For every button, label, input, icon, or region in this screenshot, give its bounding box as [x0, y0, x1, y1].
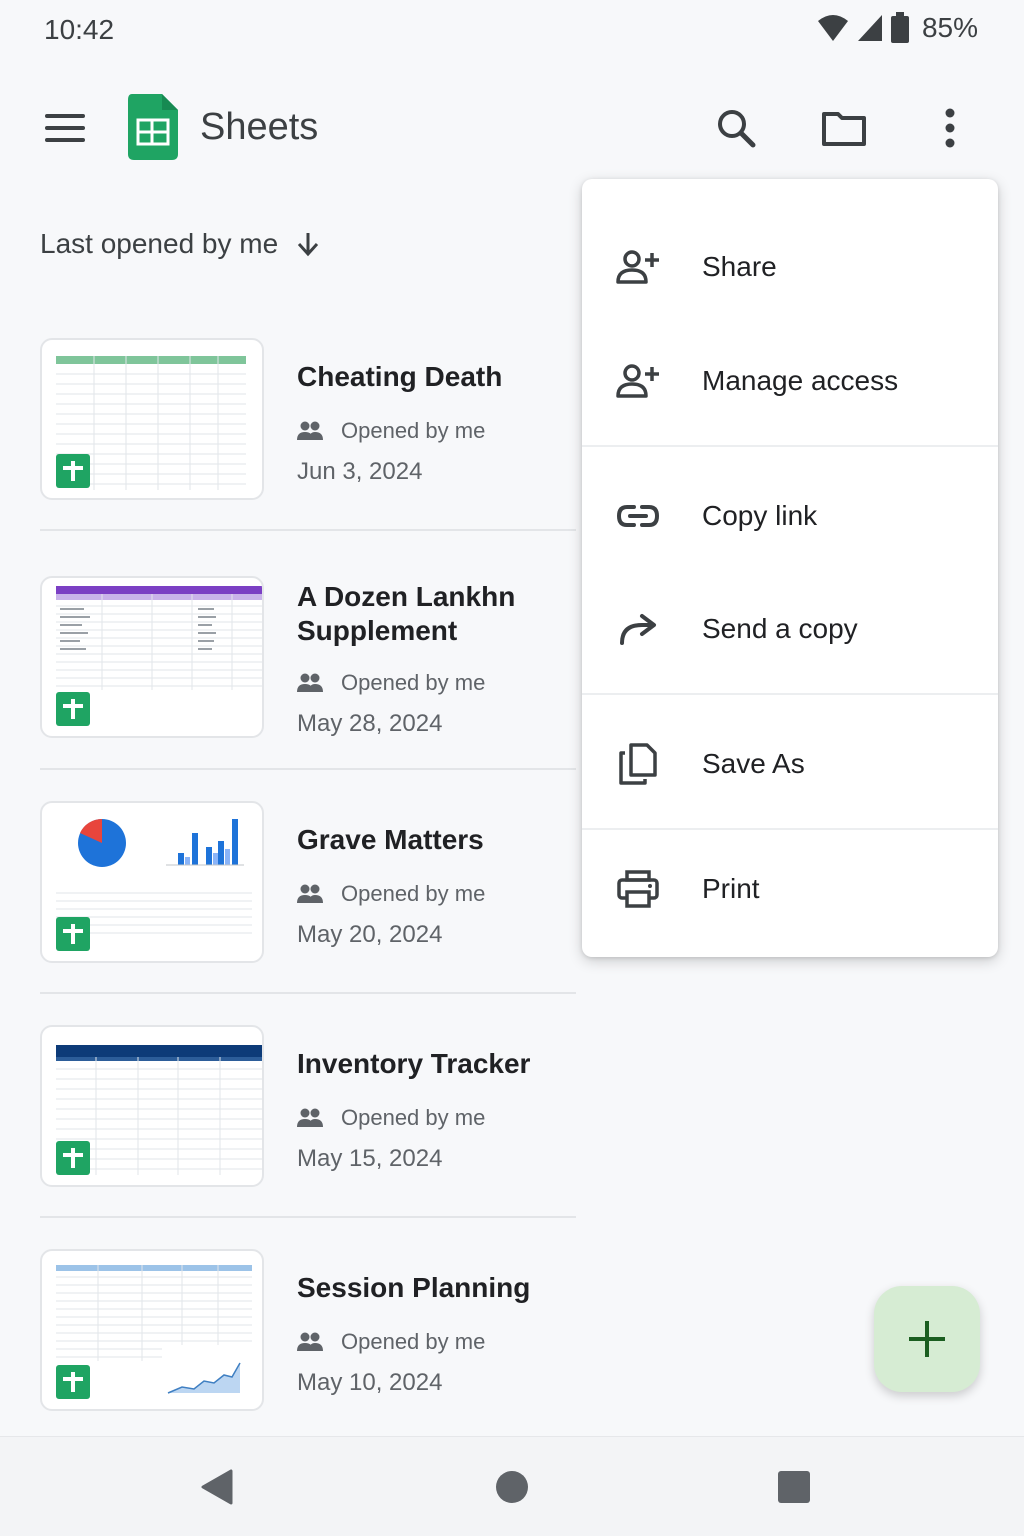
menu-item-label: Send a copy [702, 613, 858, 644]
create-new-button[interactable] [874, 1286, 980, 1392]
menu-divider [582, 693, 998, 695]
sheets-logo [128, 94, 178, 165]
menu-item-label: Manage access [702, 365, 899, 396]
app-title: Sheets [200, 106, 319, 148]
nav-home-button[interactable] [492, 1467, 532, 1507]
sheets-badge-icon [56, 692, 90, 726]
wifi-icon [817, 15, 848, 41]
sheets-badge-icon [56, 917, 90, 951]
file-thumbnail [40, 1025, 264, 1187]
forward-icon [614, 605, 662, 653]
menu-item-copy-link[interactable]: Copy link [582, 466, 998, 566]
system-nav-bar [0, 1436, 1024, 1536]
menu-item-save-as[interactable]: Save As [582, 714, 998, 814]
file-date: May 20, 2024 [297, 921, 443, 948]
file-owner-label: Opened by me [341, 1329, 486, 1354]
file-title: A Dozen Lankhn Supplement [297, 581, 516, 646]
link-icon [614, 492, 662, 540]
people-icon [297, 673, 323, 692]
menu-item-label: Save As [702, 748, 805, 779]
file-title: Session Planning [297, 1272, 531, 1303]
nav-recents-button[interactable] [774, 1467, 814, 1507]
sort-control[interactable]: Last opened by me [40, 228, 320, 260]
status-time: 10:42 [44, 14, 115, 45]
hamburger-menu-button[interactable] [38, 104, 92, 152]
more-vert-icon [945, 108, 955, 148]
file-thumbnail [40, 576, 264, 738]
arrow-down-icon [298, 233, 319, 257]
sheets-badge-icon [56, 1141, 90, 1175]
file-owner-label: Opened by me [341, 670, 486, 695]
menu-item-send-copy[interactable]: Send a copy [582, 579, 998, 679]
sheets-badge-icon [56, 454, 90, 488]
battery-icon [890, 12, 909, 43]
plus-icon [909, 1321, 945, 1357]
file-thumbnail [40, 801, 264, 963]
file-title: Cheating Death [297, 361, 503, 392]
status-icons: 85% [816, 12, 978, 44]
people-icon [297, 884, 323, 903]
battery-percent: 85% [921, 12, 978, 43]
sheets-logo-icon [128, 94, 178, 160]
file-thumbnail [40, 338, 264, 500]
file-owner: Opened by me [297, 1105, 485, 1131]
folder-icon [822, 112, 866, 146]
file-owner: Opened by me [297, 670, 485, 696]
file-owner-label: Opened by me [341, 1105, 486, 1130]
file-thumbnail [40, 1249, 264, 1411]
file-date: Jun 3, 2024 [297, 458, 423, 485]
person-add-icon [614, 357, 662, 405]
search-button[interactable] [710, 102, 762, 154]
people-icon [297, 1332, 323, 1351]
file-title: Inventory Tracker [297, 1048, 531, 1079]
status-bar: 10:42 85% [0, 0, 1024, 60]
menu-divider [582, 828, 998, 830]
list-divider [40, 992, 576, 994]
file-owner-label: Opened by me [341, 418, 486, 443]
menu-item-label: Copy link [702, 500, 818, 531]
menu-item-manage-access[interactable]: Manage access [582, 331, 998, 431]
people-icon [297, 1108, 323, 1127]
home-circle-icon [496, 1471, 528, 1503]
recents-square-icon [778, 1471, 810, 1503]
app-bar: Sheets [0, 86, 1024, 170]
people-icon [297, 421, 323, 440]
nav-back-button[interactable] [196, 1467, 236, 1507]
file-date: May 15, 2024 [297, 1145, 443, 1172]
file-owner: Opened by me [297, 1329, 485, 1355]
file-item[interactable]: A Dozen Lankhn Supplement Opened by me M… [40, 576, 576, 800]
more-options-button[interactable] [924, 102, 976, 154]
search-icon [718, 110, 756, 148]
hamburger-icon [45, 114, 85, 142]
file-date: May 28, 2024 [297, 710, 443, 737]
menu-divider [582, 445, 998, 447]
sheets-badge-icon [56, 1365, 90, 1399]
menu-item-label: Share [702, 251, 777, 282]
file-owner: Opened by me [297, 418, 485, 444]
copy-icon [614, 740, 662, 788]
file-date: May 10, 2024 [297, 1369, 443, 1396]
list-divider [40, 529, 576, 531]
file-options-menu: Share Manage access Copy link Send a cop… [582, 179, 998, 957]
signal-icon [857, 15, 882, 41]
folder-button[interactable] [818, 102, 870, 154]
menu-item-share[interactable]: Share [582, 217, 998, 317]
menu-item-label: Print [702, 873, 760, 904]
sort-label: Last opened by me [40, 228, 279, 259]
print-icon [614, 865, 662, 913]
back-triangle-icon [201, 1469, 233, 1505]
person-add-icon [614, 243, 662, 291]
file-owner: Opened by me [297, 881, 485, 907]
list-divider [40, 1216, 576, 1218]
file-title: Grave Matters [297, 824, 484, 855]
list-divider [40, 768, 576, 770]
file-owner-label: Opened by me [341, 881, 486, 906]
menu-item-print[interactable]: Print [582, 839, 998, 939]
